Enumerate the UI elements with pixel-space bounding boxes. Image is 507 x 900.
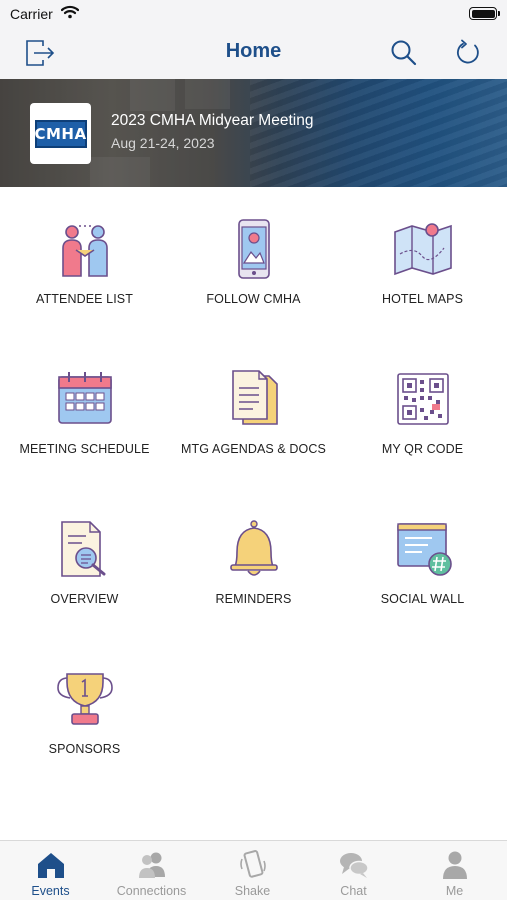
house-icon [37, 853, 64, 878]
tile-label: MY QR CODE [381, 442, 464, 456]
tile-label: HOTEL MAPS [381, 292, 464, 306]
tile-label: SOCIAL WALL [380, 592, 465, 606]
hashtag-board-icon [396, 523, 452, 576]
tile-social-wall[interactable]: SOCIAL WALL [338, 492, 507, 642]
tile-follow-cmha[interactable]: FOLLOW CMHA [169, 192, 338, 342]
document-search-icon [60, 521, 105, 577]
phone-profile-icon [237, 219, 270, 279]
tile-label: FOLLOW CMHA [206, 292, 301, 306]
tile-sponsors[interactable]: SPONSORS [0, 642, 169, 792]
documents-icon [231, 370, 278, 425]
nav-bar: Home [0, 28, 507, 79]
tile-label: OVERVIEW [50, 592, 119, 606]
tile-attendee-list[interactable]: ATTENDEE LIST [0, 192, 169, 342]
person-icon [442, 851, 467, 879]
tile-hotel-maps[interactable]: HOTEL MAPS [338, 192, 507, 342]
trophy-icon [56, 673, 113, 725]
search-button[interactable] [387, 36, 421, 70]
event-dates: Aug 21-24, 2023 [111, 135, 215, 151]
tile-label: SPONSORS [48, 742, 121, 756]
event-title: 2023 CMHA Midyear Meeting [111, 112, 314, 129]
search-icon [391, 40, 417, 66]
refresh-button[interactable] [451, 36, 485, 70]
tile-label: REMINDERS [215, 592, 292, 606]
tab-label: Events [31, 884, 70, 898]
tab-label: Connections [116, 884, 187, 898]
tab-events[interactable]: Events [0, 841, 101, 900]
tab-bar: Events Connections Shake Chat Me [0, 840, 507, 900]
map-pin-icon [393, 223, 452, 276]
qr-code-icon [396, 373, 449, 425]
people-icon [138, 852, 165, 878]
tab-shake[interactable]: Shake [202, 841, 303, 900]
bell-icon [229, 520, 278, 576]
tile-label: MEETING SCHEDULE [19, 442, 150, 456]
tab-me[interactable]: Me [404, 841, 505, 900]
tab-chat[interactable]: Chat [303, 841, 404, 900]
phone-shake-icon [239, 850, 266, 878]
tile-label: ATTENDEE LIST [36, 292, 133, 306]
wifi-icon [60, 5, 80, 24]
refresh-icon [456, 39, 479, 64]
tile-label: MTG AGENDAS & DOCS [181, 442, 326, 456]
handshake-icon [61, 225, 108, 277]
tab-label: Chat [340, 884, 367, 898]
page-title: Home [225, 40, 282, 62]
tab-connections[interactable]: Connections [101, 841, 202, 900]
logo-text: CMHA [34, 124, 87, 143]
event-banner[interactable]: CMHA 2023 CMHA Midyear Meeting Aug 21-24… [0, 79, 507, 187]
calendar-icon [57, 372, 112, 424]
tab-label: Shake [234, 884, 271, 898]
tile-meeting-schedule[interactable]: MEETING SCHEDULE [0, 342, 169, 492]
event-logo: CMHA [30, 103, 91, 164]
status-bar: Carrier [0, 0, 507, 28]
tile-reminders[interactable]: REMINDERS [169, 492, 338, 642]
tile-mtg-agendas-docs[interactable]: MTG AGENDAS & DOCS [169, 342, 338, 492]
chat-bubbles-icon [339, 853, 369, 878]
carrier-label: Carrier [10, 6, 53, 22]
battery-icon [469, 7, 500, 20]
tile-overview[interactable]: OVERVIEW [0, 492, 169, 642]
tile-my-qr-code[interactable]: MY QR CODE [338, 342, 507, 492]
tab-label: Me [445, 884, 464, 898]
